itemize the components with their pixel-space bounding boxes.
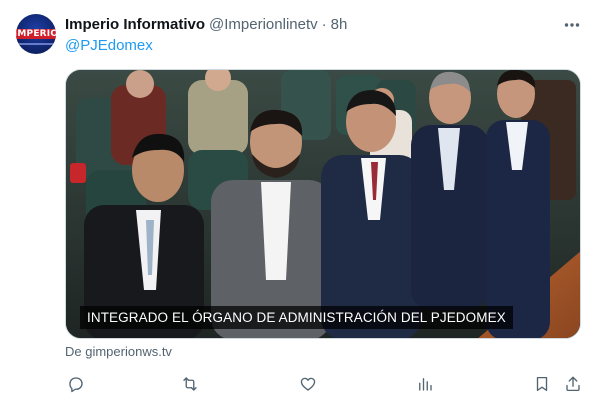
- bookmark-button[interactable]: [531, 373, 553, 395]
- mention-link[interactable]: @PJEdomex: [65, 37, 153, 54]
- reply-icon: [69, 377, 83, 393]
- avatar-decoration: [16, 43, 56, 45]
- tweet[interactable]: IMPERIO Imperio Informativo @Imperionlin…: [0, 0, 601, 407]
- avatar[interactable]: IMPERIO: [16, 14, 56, 54]
- views-button[interactable]: [414, 373, 436, 395]
- retweet-button[interactable]: [179, 373, 201, 395]
- header-separator: ·: [321, 15, 327, 33]
- views-icon: [419, 378, 432, 391]
- media-photo: [66, 70, 580, 338]
- like-button[interactable]: [297, 373, 319, 395]
- share-icon: [566, 376, 580, 392]
- avatar-logo-text: IMPERIO: [16, 29, 56, 39]
- link-source[interactable]: De gimperionws.tv: [65, 344, 172, 359]
- reply-button[interactable]: [65, 373, 87, 395]
- tweet-media[interactable]: INTEGRADO EL ÓRGANO DE ADMINISTRACIÓN DE…: [65, 69, 581, 339]
- author-handle[interactable]: @Imperionlinetv: [209, 16, 318, 33]
- action-bar: [65, 373, 585, 395]
- tweet-header: Imperio Informativo @Imperionlinetv · 8h: [65, 14, 347, 34]
- author-name[interactable]: Imperio Informativo: [65, 16, 205, 33]
- more-button[interactable]: [561, 14, 583, 36]
- retweet-icon: [183, 377, 197, 391]
- media-caption: INTEGRADO EL ÓRGANO DE ADMINISTRACIÓN DE…: [80, 306, 513, 329]
- share-button[interactable]: [562, 373, 584, 395]
- more-dots-icon: [564, 23, 580, 27]
- bookmark-icon: [536, 376, 548, 392]
- heart-icon: [300, 377, 316, 391]
- tweet-time[interactable]: 8h: [331, 16, 348, 33]
